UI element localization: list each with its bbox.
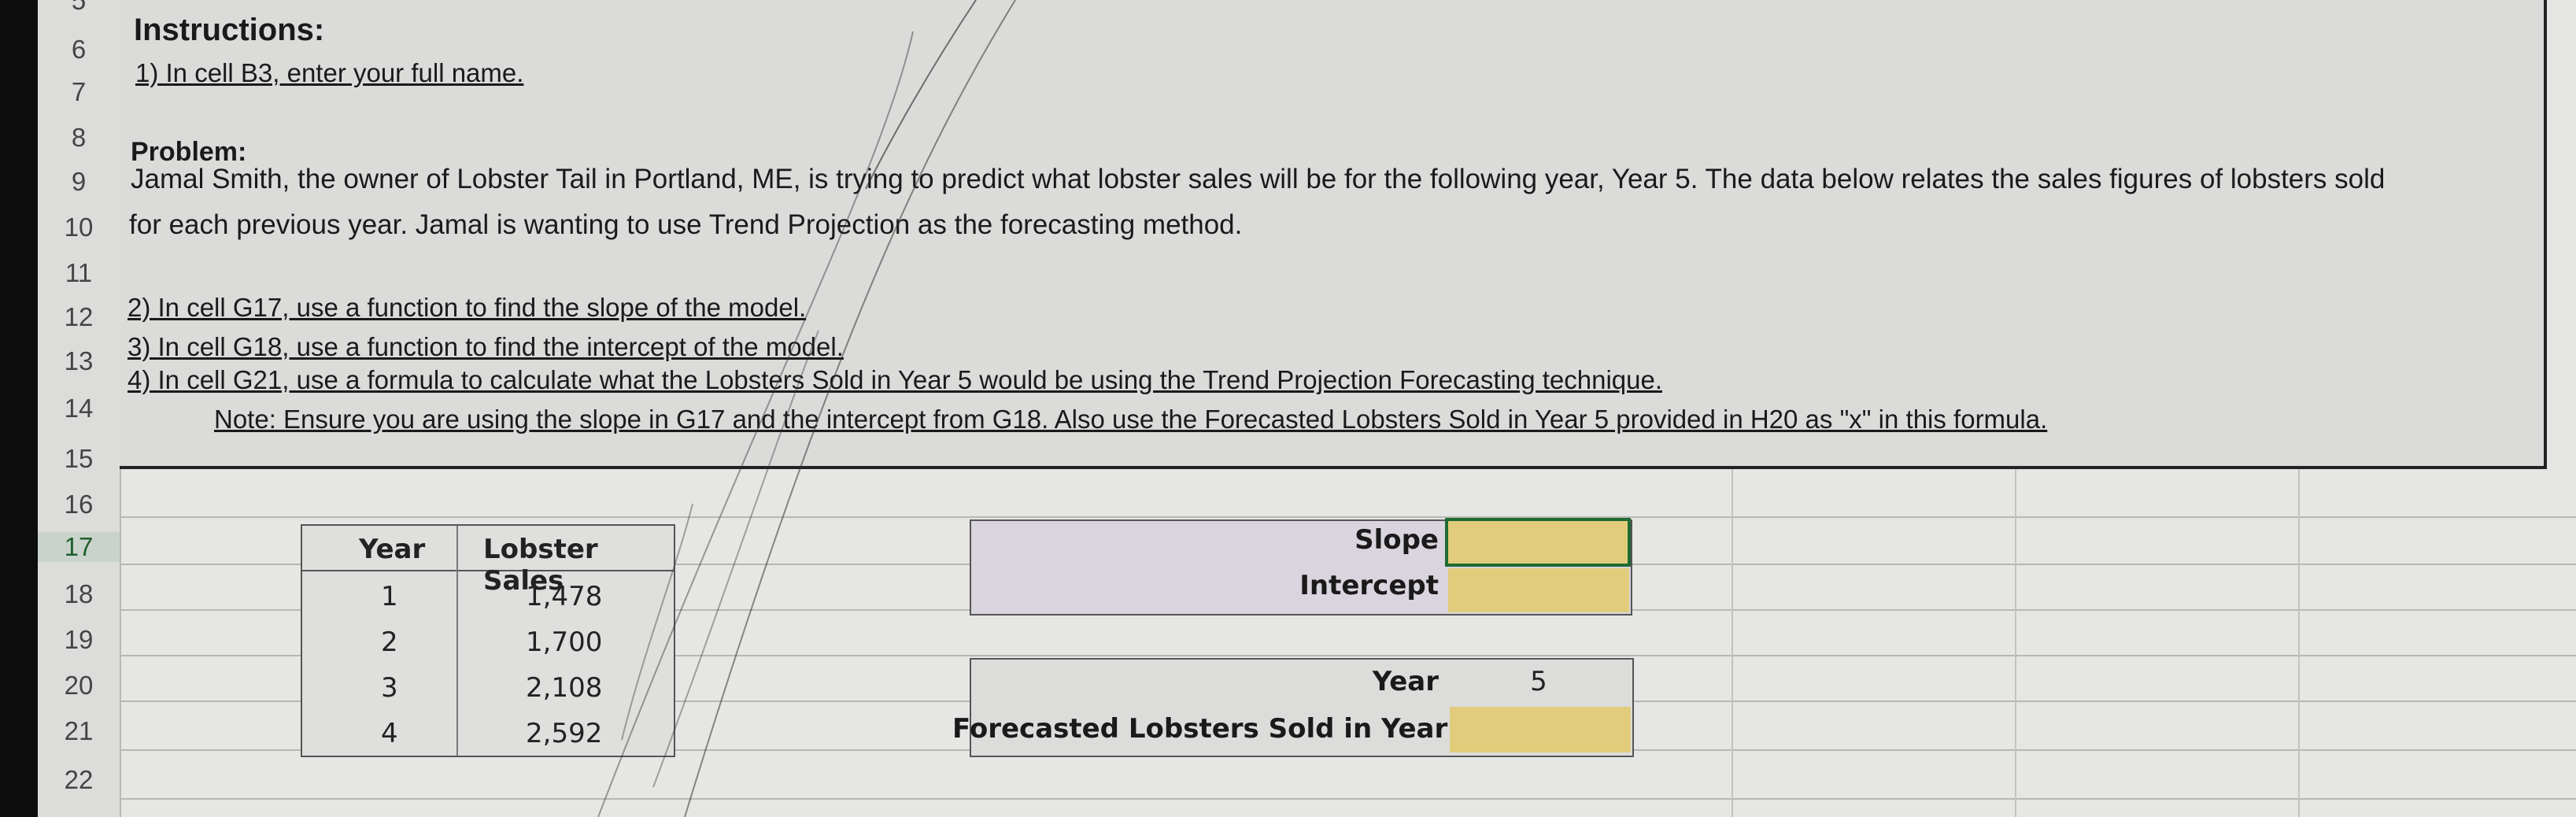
pen-scribble-lines <box>597 0 1016 817</box>
